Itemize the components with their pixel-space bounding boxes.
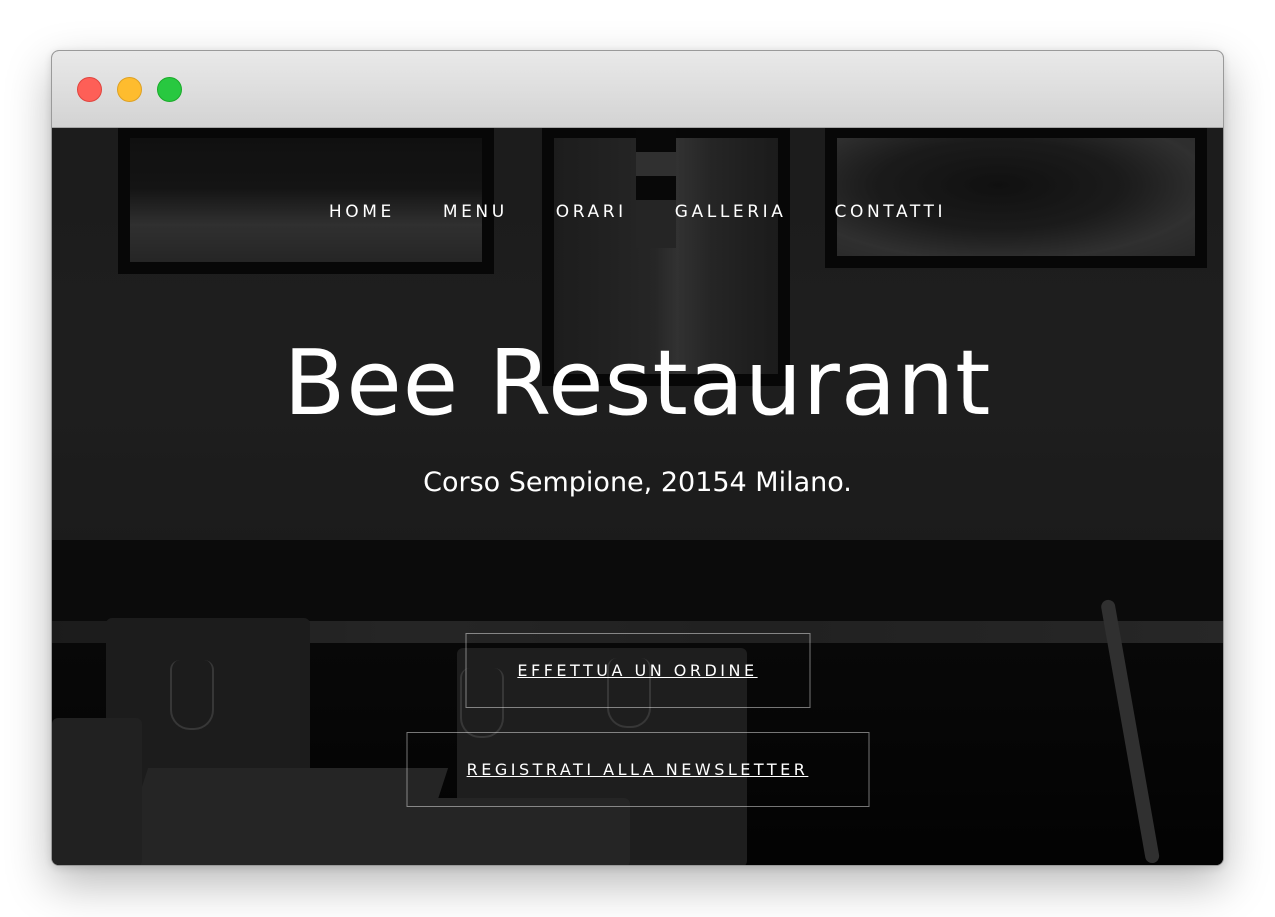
nav-item-home[interactable]: HOME: [305, 202, 419, 222]
browser-window: HOME MENU ORARI GALLERIA CONTATTI Bee Re…: [51, 50, 1224, 866]
nav-item-contatti[interactable]: CONTATTI: [811, 202, 971, 222]
order-button[interactable]: EFFETTUA UN ORDINE: [465, 633, 810, 708]
nav-item-menu[interactable]: MENU: [419, 202, 532, 222]
hero-section: HOME MENU ORARI GALLERIA CONTATTI Bee Re…: [52, 128, 1223, 865]
nav-item-galleria[interactable]: GALLERIA: [651, 202, 811, 222]
newsletter-signup-button[interactable]: REGISTRATI ALLA NEWSLETTER: [406, 732, 869, 807]
nav-item-orari[interactable]: ORARI: [532, 202, 651, 222]
page-title: Bee Restaurant: [283, 331, 992, 436]
minimize-window-icon[interactable]: [117, 77, 142, 102]
main-nav: HOME MENU ORARI GALLERIA CONTATTI: [52, 202, 1223, 222]
close-window-icon[interactable]: [77, 77, 102, 102]
window-titlebar: [52, 51, 1223, 128]
maximize-window-icon[interactable]: [157, 77, 182, 102]
address-subtitle: Corso Sempione, 20154 Milano.: [423, 467, 852, 498]
